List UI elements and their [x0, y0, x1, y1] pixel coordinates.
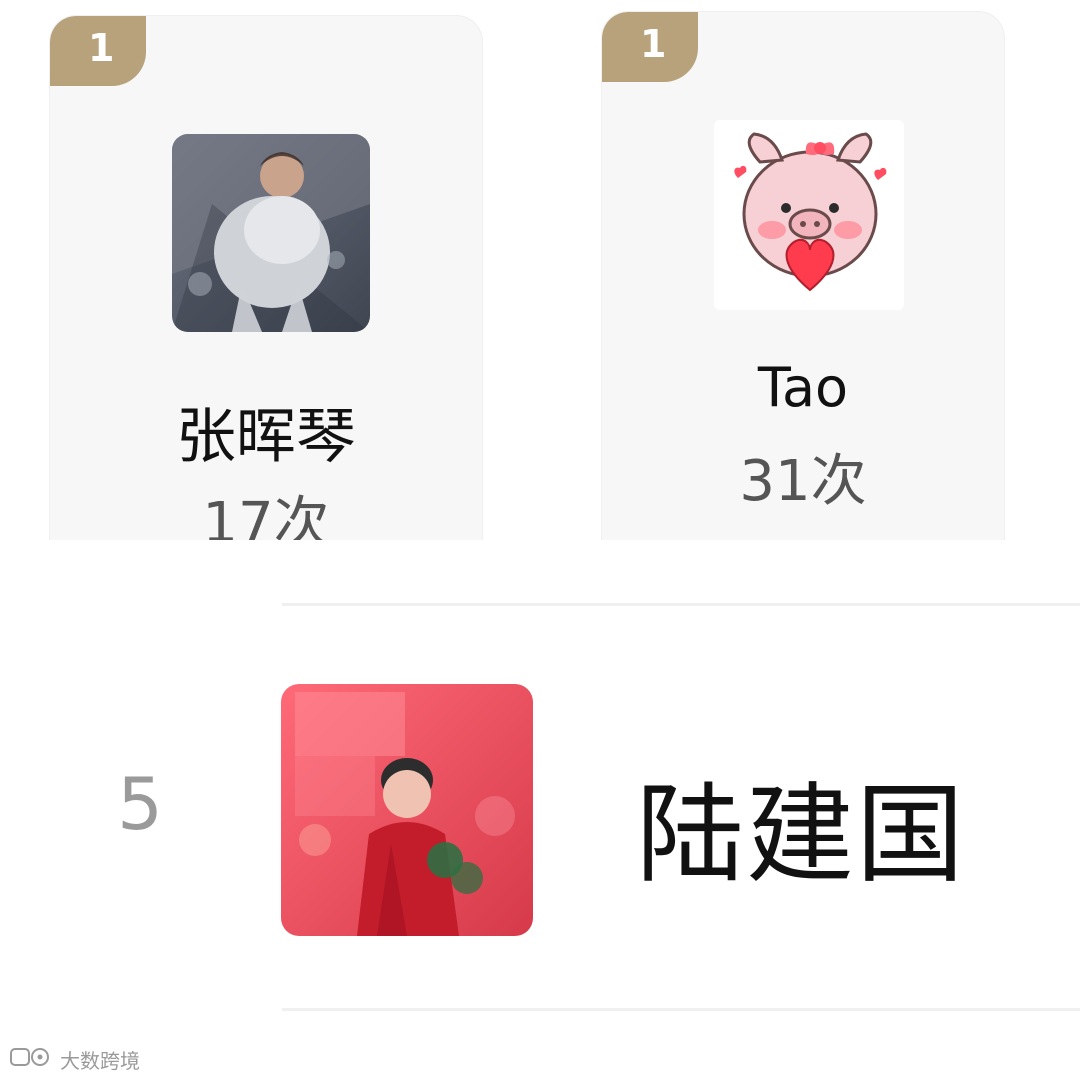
rank-card[interactable]: 1	[50, 16, 482, 576]
rank-card[interactable]: 1	[602, 12, 1004, 572]
section-gap	[0, 540, 1080, 600]
row-divider	[282, 1008, 1080, 1011]
row-divider	[282, 603, 1080, 606]
avatar	[281, 684, 533, 936]
watermark-text: 大数跨境	[60, 1048, 140, 1073]
member-name: 张晖琴	[176, 402, 356, 472]
avatar	[714, 120, 904, 310]
member-name: Tao	[757, 356, 849, 419]
rank-badge: 1	[602, 12, 698, 82]
rank-badge: 1	[50, 16, 146, 86]
member-name: 陆建国	[636, 773, 967, 898]
watermark: 大数跨境	[10, 1044, 140, 1074]
watermark-logo-icon	[10, 1046, 54, 1073]
ranking-screen: 1 张晖琴 17次 1 Tao 31次 5 陆建国 大数跨境	[0, 0, 1080, 1080]
avatar	[172, 134, 370, 332]
visit-count: 31次	[739, 449, 867, 514]
row-rank: 5	[117, 762, 163, 846]
